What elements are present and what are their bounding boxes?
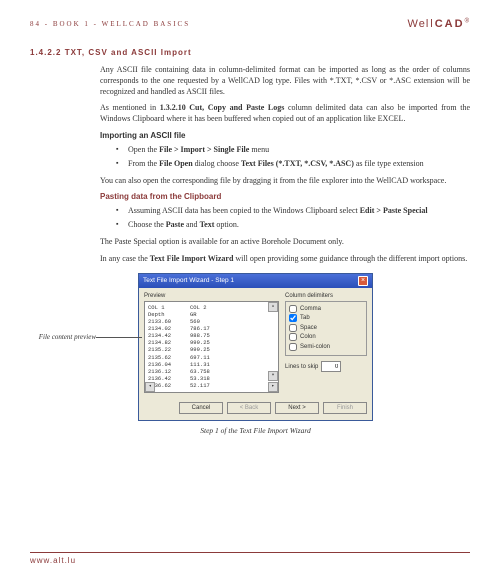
bullet-2: From the File Open dialog choose Text Fi… xyxy=(116,159,470,170)
delim-checkbox[interactable] xyxy=(289,343,297,351)
delim-label: Colon xyxy=(300,334,316,340)
delim-checkbox[interactable] xyxy=(289,324,297,332)
bullet-3: Assuming ASCII data has been copied to t… xyxy=(116,206,470,217)
wizard-dialog: Text File Import Wizard - Step 1 × Previ… xyxy=(138,273,373,421)
preview-box: COL 1COL 2DepthGR2133.605602134.02786.17… xyxy=(144,301,279,393)
scroll-left-icon[interactable]: ◂ xyxy=(145,382,155,392)
subhead-importing: Importing an ASCII file xyxy=(100,131,470,140)
preview-label: Preview xyxy=(144,293,279,299)
logo: WellCAD® xyxy=(408,18,470,30)
scroll-right-icon[interactable]: ▸ xyxy=(268,382,278,392)
bullet-1: Open the File > Import > Single File men… xyxy=(116,145,470,156)
delim-checkbox[interactable] xyxy=(289,314,297,322)
wizard-titlebar: Text File Import Wizard - Step 1 × xyxy=(139,274,372,288)
para-4: The Paste Special option is available fo… xyxy=(100,237,470,248)
cancel-button[interactable]: Cancel xyxy=(179,402,223,414)
delim-label: Comma xyxy=(300,306,321,312)
annotation-preview: File content preview xyxy=(36,333,96,341)
para-1: Any ASCII file containing data in column… xyxy=(100,65,470,97)
scroll-down-icon[interactable]: ▾ xyxy=(268,371,278,381)
scroll-up-icon[interactable]: ▴ xyxy=(268,302,278,312)
para-2: As mentioned in 1.3.2.10 Cut, Copy and P… xyxy=(100,103,470,125)
delim-label: Semi-colon xyxy=(300,344,330,350)
delimiters-box: Comma Tab Space Colon Semi-colon xyxy=(285,301,367,357)
bullet-4: Choose the Paste and Text option. xyxy=(116,220,470,231)
delim-option-2[interactable]: Space xyxy=(289,324,363,332)
delim-checkbox[interactable] xyxy=(289,333,297,341)
subhead-pasting: Pasting data from the Clipboard xyxy=(100,192,470,201)
annotation-line xyxy=(96,337,142,338)
finish-button[interactable]: Finish xyxy=(323,402,367,414)
back-button[interactable]: < Back xyxy=(227,402,271,414)
para-5: In any case the Text File Import Wizard … xyxy=(100,254,470,265)
delim-option-3[interactable]: Colon xyxy=(289,333,363,341)
delimiters-label: Column delimiters xyxy=(285,293,367,299)
section-title: 1.4.2.2 TXT, CSV and ASCII Import xyxy=(30,48,470,57)
lines-skip-label: Lines to skip xyxy=(285,364,318,370)
page-header-left: 84 - BOOK 1 - WELLCAD BASICS xyxy=(30,20,190,28)
wizard-title: Text File Import Wizard - Step 1 xyxy=(143,277,234,284)
footer-url: www.alt.lu xyxy=(30,556,470,565)
figure-caption: Step 1 of the Text File Import Wizard xyxy=(138,426,373,435)
delim-label: Tab xyxy=(300,315,310,321)
close-icon[interactable]: × xyxy=(358,276,368,286)
delim-option-0[interactable]: Comma xyxy=(289,305,363,313)
delim-checkbox[interactable] xyxy=(289,305,297,313)
next-button[interactable]: Next > xyxy=(275,402,319,414)
delim-option-1[interactable]: Tab xyxy=(289,314,363,322)
footer-rule xyxy=(30,552,470,553)
delim-option-4[interactable]: Semi-colon xyxy=(289,343,363,351)
lines-skip-input[interactable] xyxy=(321,361,341,372)
para-3: You can also open the corresponding file… xyxy=(100,176,470,187)
delim-label: Space xyxy=(300,325,317,331)
